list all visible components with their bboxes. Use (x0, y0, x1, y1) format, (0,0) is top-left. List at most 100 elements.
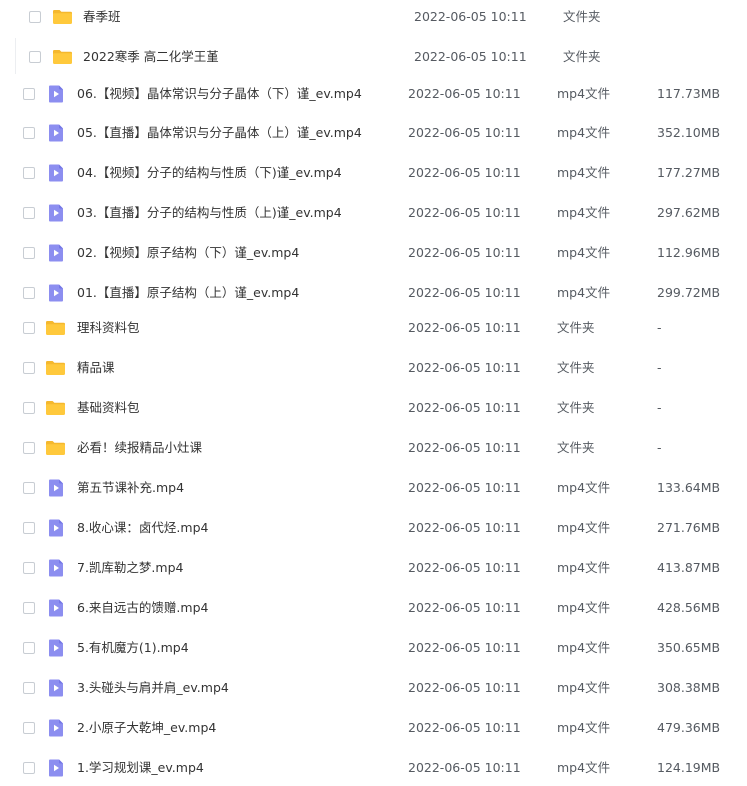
folder-icon (45, 360, 66, 376)
file-type: mp4文件 (557, 600, 611, 615)
video-file-icon (48, 164, 64, 183)
row-checkbox[interactable] (23, 88, 35, 100)
row-checkbox[interactable] (29, 51, 41, 63)
file-name[interactable]: 3.头碰头与肩并肩_ev.mp4 (77, 680, 229, 696)
file-row[interactable]: 5.有机魔方(1).mp4 2022-06-05 10:11 mp4文件 350.65… (0, 630, 747, 666)
file-row[interactable]: 8.收心课：卤代烃.mp4 2022-06-05 10:11 mp4文件 271.76… (0, 510, 747, 546)
video-file-icon (48, 559, 64, 578)
file-size: 352.10MB (657, 125, 721, 140)
video-file-icon (48, 719, 64, 738)
file-row[interactable]: 6.来自远古的馈赠.mp4 2022-06-05 10:11 mp4文件 428.56… (0, 590, 747, 626)
modified-date: 2022-06-05 10:11 (408, 125, 521, 140)
file-name[interactable]: 理科资料包 (77, 320, 140, 336)
modified-date: 2022-06-05 10:11 (408, 520, 521, 535)
modified-date: 2022-06-05 10:11 (408, 205, 521, 220)
row-checkbox[interactable] (23, 362, 35, 374)
row-checkbox[interactable] (23, 402, 35, 414)
file-type: 文件夹 (557, 360, 595, 375)
file-type: 文件夹 (557, 440, 595, 455)
file-size: 297.62MB (657, 205, 721, 220)
file-row[interactable]: 精品课 2022-06-05 10:11 文件夹 - (0, 350, 747, 386)
file-name[interactable]: 必看！续报精品小灶课 (77, 440, 202, 456)
file-row[interactable]: 春季班 2022-06-05 10:11 文件夹 (0, 0, 747, 35)
file-row[interactable]: 01.【直播】原子结构（上）谨_ev.mp4 2022-06-05 10:11 mp… (0, 275, 747, 311)
file-size: 133.64MB (657, 480, 721, 495)
row-checkbox[interactable] (23, 127, 35, 139)
file-row[interactable]: 第五节课补充.mp4 2022-06-05 10:11 mp4文件 133.64MB (0, 470, 747, 506)
modified-date: 2022-06-05 10:11 (408, 600, 521, 615)
file-name[interactable]: 春季班 (83, 9, 121, 25)
row-checkbox[interactable] (23, 682, 35, 694)
file-size: 428.56MB (657, 600, 721, 615)
file-name[interactable]: 06.【视频】晶体常识与分子晶体（下）谨_ev.mp4 (77, 86, 362, 102)
row-checkbox[interactable] (23, 722, 35, 734)
file-size: 124.19MB (657, 760, 721, 775)
folder-icon (45, 320, 66, 336)
row-checkbox[interactable] (23, 522, 35, 534)
file-name[interactable]: 05.【直播】晶体常识与分子晶体（上）谨_ev.mp4 (77, 125, 362, 141)
file-type: mp4文件 (557, 520, 611, 535)
row-checkbox[interactable] (23, 602, 35, 614)
video-file-icon (48, 759, 64, 778)
modified-date: 2022-06-05 10:11 (408, 560, 521, 575)
file-name[interactable]: 第五节课补充.mp4 (77, 480, 184, 496)
file-name[interactable]: 02.【视频】原子结构（下）谨_ev.mp4 (77, 245, 299, 261)
modified-date: 2022-06-05 10:11 (408, 400, 521, 415)
modified-date: 2022-06-05 10:11 (408, 245, 521, 260)
row-checkbox[interactable] (23, 287, 35, 299)
file-row[interactable]: 3.头碰头与肩并肩_ev.mp4 2022-06-05 10:11 mp4文件 308… (0, 670, 747, 706)
row-checkbox[interactable] (23, 207, 35, 219)
file-type: mp4文件 (557, 205, 611, 220)
row-checkbox[interactable] (23, 322, 35, 334)
row-checkbox[interactable] (23, 762, 35, 774)
video-file-icon (48, 124, 64, 143)
file-name[interactable]: 01.【直播】原子结构（上）谨_ev.mp4 (77, 285, 299, 301)
row-checkbox[interactable] (29, 11, 41, 23)
modified-date: 2022-06-05 10:11 (408, 285, 521, 300)
row-checkbox[interactable] (23, 562, 35, 574)
row-checkbox[interactable] (23, 442, 35, 454)
file-row[interactable]: 06.【视频】晶体常识与分子晶体（下）谨_ev.mp4 2022-06-05 10… (0, 76, 747, 112)
file-name[interactable]: 6.来自远古的馈赠.mp4 (77, 600, 208, 616)
file-row[interactable]: 04.【视频】分子的结构与性质（下)谨_ev.mp4 2022-06-05 10:… (0, 155, 747, 191)
file-row[interactable]: 05.【直播】晶体常识与分子晶体（上）谨_ev.mp4 2022-06-05 10… (0, 115, 747, 151)
file-row[interactable]: 必看！续报精品小灶课 2022-06-05 10:11 文件夹 - (0, 430, 747, 466)
file-name[interactable]: 精品课 (77, 360, 115, 376)
file-type: mp4文件 (557, 86, 611, 101)
file-row[interactable]: 理科资料包 2022-06-05 10:11 文件夹 - (0, 310, 747, 346)
file-name[interactable]: 8.收心课：卤代烃.mp4 (77, 520, 208, 536)
file-row[interactable]: 7.凯库勒之梦.mp4 2022-06-05 10:11 mp4文件 413.87MB (0, 550, 747, 586)
row-checkbox[interactable] (23, 167, 35, 179)
file-name[interactable]: 5.有机魔方(1).mp4 (77, 640, 189, 656)
folder-icon (52, 9, 73, 25)
modified-date: 2022-06-05 10:11 (408, 640, 521, 655)
video-file-icon (48, 519, 64, 538)
row-checkbox[interactable] (23, 482, 35, 494)
file-name[interactable]: 03.【直播】分子的结构与性质（上)谨_ev.mp4 (77, 205, 342, 221)
row-checkbox[interactable] (23, 247, 35, 259)
file-size: 308.38MB (657, 680, 721, 695)
file-size: - (657, 320, 662, 335)
file-name[interactable]: 04.【视频】分子的结构与性质（下)谨_ev.mp4 (77, 165, 342, 181)
file-row[interactable]: 2022寒季 高二化学王堇 2022-06-05 10:11 文件夹 (0, 39, 747, 75)
file-name[interactable]: 基础资料包 (77, 400, 140, 416)
modified-date: 2022-06-05 10:11 (408, 320, 521, 335)
file-row[interactable]: 2.小原子大乾坤_ev.mp4 2022-06-05 10:11 mp4文件 479.… (0, 710, 747, 746)
video-file-icon (48, 679, 64, 698)
file-name[interactable]: 2022寒季 高二化学王堇 (83, 49, 219, 65)
file-name[interactable]: 1.学习规划课_ev.mp4 (77, 760, 204, 776)
file-type: mp4文件 (557, 560, 611, 575)
file-name[interactable]: 7.凯库勒之梦.mp4 (77, 560, 183, 576)
file-name[interactable]: 2.小原子大乾坤_ev.mp4 (77, 720, 216, 736)
file-row[interactable]: 基础资料包 2022-06-05 10:11 文件夹 - (0, 390, 747, 426)
file-row[interactable]: 1.学习规划课_ev.mp4 2022-06-05 10:11 mp4文件 124.1… (0, 750, 747, 786)
modified-date: 2022-06-05 10:11 (408, 720, 521, 735)
file-size: 299.72MB (657, 285, 721, 300)
folder-icon (45, 400, 66, 416)
file-type: mp4文件 (557, 285, 611, 300)
video-file-icon (48, 639, 64, 658)
file-row[interactable]: 03.【直播】分子的结构与性质（上)谨_ev.mp4 2022-06-05 10:… (0, 195, 747, 231)
video-file-icon (48, 479, 64, 498)
row-checkbox[interactable] (23, 642, 35, 654)
file-row[interactable]: 02.【视频】原子结构（下）谨_ev.mp4 2022-06-05 10:11 mp… (0, 235, 747, 271)
